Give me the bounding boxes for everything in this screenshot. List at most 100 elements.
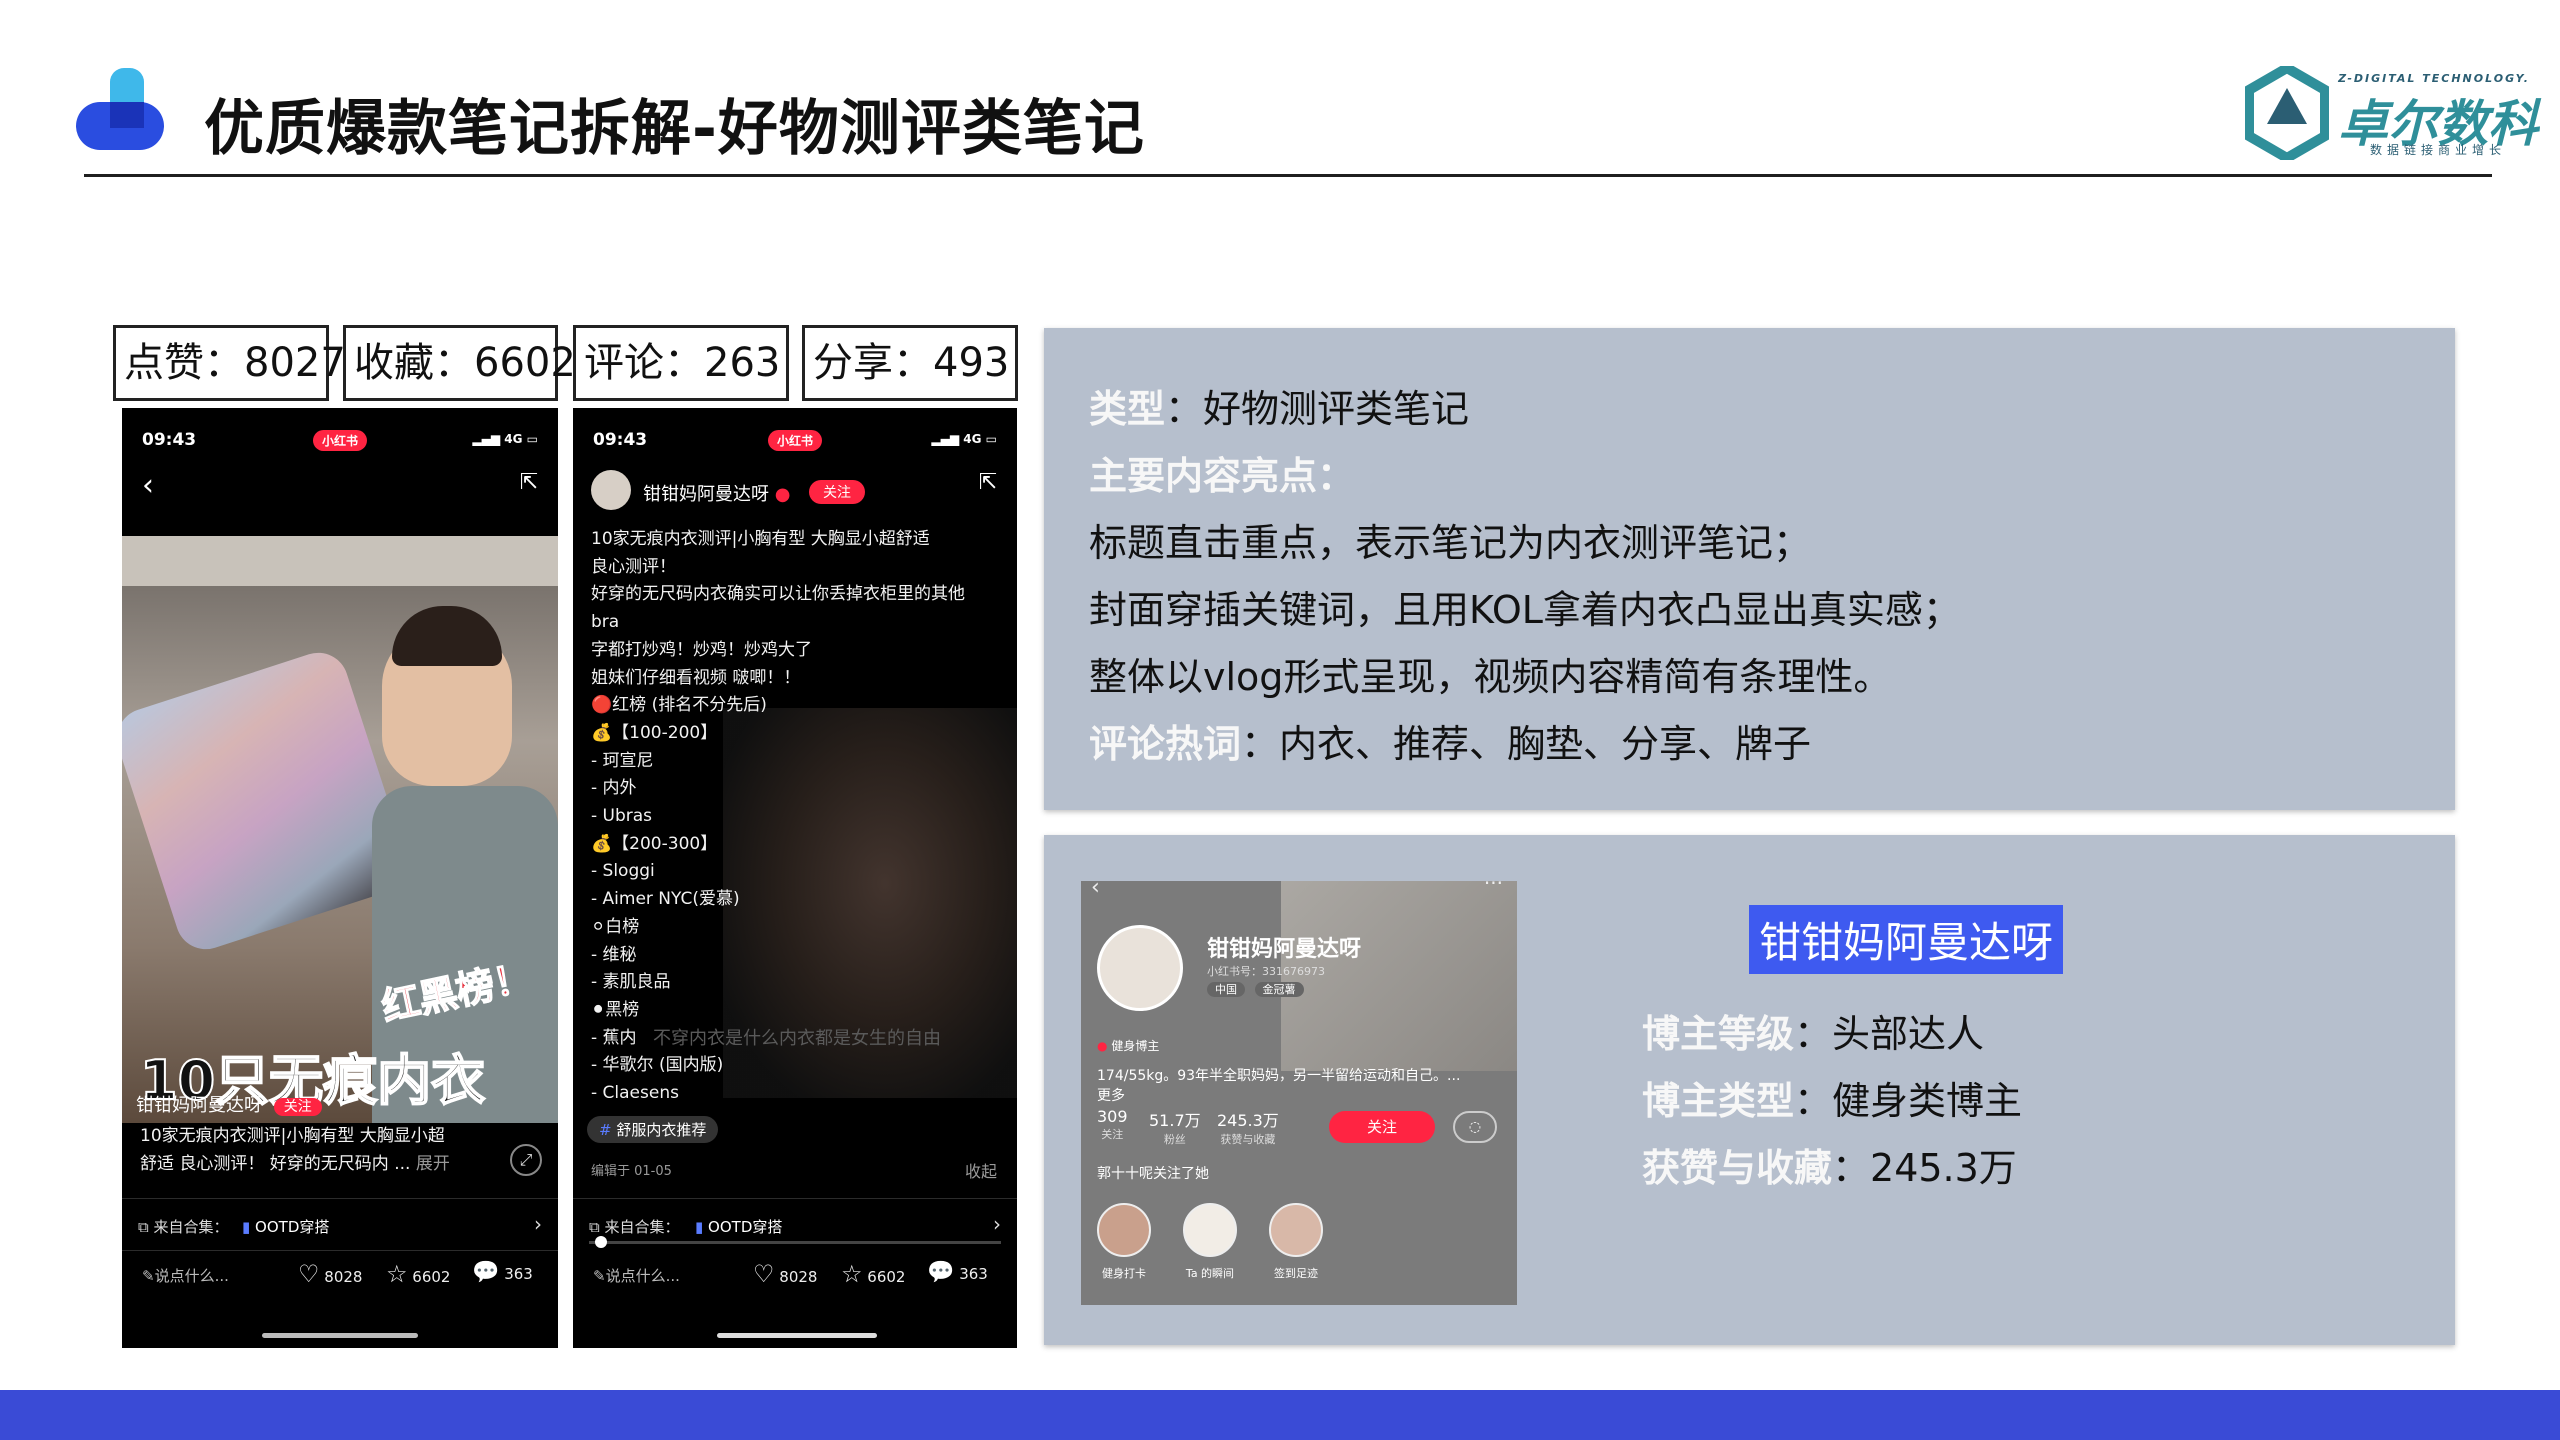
cover-follow-button[interactable]: 关注 [273,1098,322,1116]
back-icon[interactable]: ‹ [142,468,154,503]
divider [573,1198,1017,1199]
status-network: ▂▄▆ 4G ▭ [931,432,997,446]
profile-screenshot: ‹ ··· 钳钳妈阿曼达呀 小红书号：331676973 中国 金冠薯 ● 健身… [1081,881,1517,1305]
message-icon[interactable]: ◌ [1453,1111,1497,1143]
hot-keywords: 评论热词：内衣、推荐、胸垫、分享、牌子 [1089,722,1812,766]
bras-pile-shape [122,645,415,957]
comment-button[interactable]: 💬 363 [472,1260,533,1285]
avatar[interactable] [1097,925,1183,1011]
star-icon: ☆ [386,1260,408,1288]
note-line: - 蕉内 [591,1027,637,1048]
note-line: - Aimer NYC(爱慕) [591,889,740,910]
home-indicator [717,1333,877,1338]
like-button[interactable]: ♡ 8028 [298,1260,362,1288]
comment-icon: 💬 [472,1260,500,1285]
comment-button[interactable]: 💬 363 [927,1260,988,1285]
heart-icon: ♡ [298,1260,320,1288]
expand-link[interactable]: 展开 [416,1154,450,1174]
avatar[interactable] [591,470,631,510]
profile-name: 钳钳妈阿曼达呀 [1207,937,1362,962]
follow-button[interactable]: 关注 [1329,1111,1435,1143]
app-badge: 小红书 [767,430,823,451]
comments-stat: 评论：263 [573,325,789,401]
liked-stat[interactable]: 245.3万 获赞与收藏 [1217,1107,1279,1147]
hashtag-icon: # [599,1121,612,1139]
share-icon[interactable]: ⇱ [979,470,997,495]
highlight-point: 整体以vlog形式呈现，视频内容精简有条理性。 [1089,655,1892,699]
caption-line-1: 10家无痕内衣测评|小胸有型 大胸显小超 [140,1126,445,1146]
note-line: - Sloggi [591,861,655,882]
note-line: 💰【100-200】 [591,722,718,743]
page-title: 优质爆款笔记拆解-好物测评类笔记 [204,94,1145,164]
note-line: ⚪白榜 [591,916,640,937]
note-line: 10家无痕内衣测评|小胸有型 大胸显小超舒适 [591,529,930,549]
comment-input[interactable]: ✎说点什么... [142,1265,229,1286]
note-line: ⚫黑榜 [591,999,640,1020]
progress-track[interactable] [589,1241,1001,1244]
collection-row[interactable]: ⧉ 来自合集： ▮ OOTD穿搭 › [573,1208,1017,1244]
like-button[interactable]: ♡ 8028 [753,1260,817,1288]
blogger-likes: 获赞与收藏：245.3万 [1642,1146,2017,1190]
comment-input[interactable]: ✎说点什么... [593,1265,680,1286]
note-line: 🔴红榜 (排名不分先后) [591,695,767,716]
follow-button[interactable]: 关注 [809,480,865,504]
caption-line-2: 舒适 良心测评！ 好穿的无尺码内 ... 展开 [140,1154,450,1174]
note-line: 好穿的无尺码内衣确实可以让你丢掉衣柜里的其他 [591,584,965,605]
chevron-right-icon: › [534,1212,542,1236]
note-line: - 维秘 [591,944,637,965]
fans-stat[interactable]: 51.7万 粉丝 [1149,1107,1201,1147]
following-stat[interactable]: 309 关注 [1097,1107,1128,1142]
footer-band [0,1390,2560,1440]
note-line: - 素肌良品 [591,972,671,993]
cover-author[interactable]: 钳钳妈阿曼达呀 关注 [136,1091,322,1117]
collection-label: ⧉ 来自合集： [138,1218,229,1236]
favorite-button[interactable]: ☆ 6602 [841,1260,905,1288]
note-line: - Ubras [591,806,653,826]
highlight-avatar[interactable] [1183,1203,1237,1257]
note-line: - 珂宣尼 [591,750,654,771]
profile-tags: 中国 金冠薯 [1207,981,1304,997]
collection-name: ▮ OOTD穿搭 [695,1218,783,1236]
share-icon[interactable]: ⇱ [520,470,538,495]
topic-tag[interactable]: # 舒服内衣推荐 [587,1116,719,1143]
note-line: bra [591,612,620,633]
highlight-avatar[interactable] [1097,1203,1151,1257]
app-badge: 小红书 [312,430,368,451]
followed-by: 郭十十呢关注了她 [1097,1166,1209,1182]
bio-more-link[interactable]: 更多 [1097,1085,1125,1105]
fullscreen-icon[interactable]: ⤢ [510,1144,542,1176]
collection-name: ▮ OOTD穿搭 [242,1218,330,1236]
note-line: - 华歌尔 (国内版) [591,1055,724,1076]
highlight-point: 封面穿插关键词，且用KOL拿着内衣凸显出真实感； [1089,588,1961,632]
status-network: ▂▄▆ 4G ▭ [472,432,538,446]
edited-time: 编辑于 01-05 [591,1164,672,1179]
slide-logo-icon [76,68,164,150]
back-icon[interactable]: ‹ [1091,881,1100,900]
cover-author-name: 钳钳妈阿曼达呀 [136,1095,262,1116]
highlight-avatar[interactable] [1269,1203,1323,1257]
shares-stat: 分享：493 [802,325,1018,401]
note-line: 💰【200-300】 [591,833,718,854]
collection-row[interactable]: ⧉ 来自合集： ▮ OOTD穿搭 › [122,1208,558,1244]
highlights-heading: 主要内容亮点： [1089,454,1356,498]
level-tag: 金冠薯 [1254,982,1304,997]
verified-icon: ● [1097,1039,1108,1053]
author-name[interactable]: 钳钳妈阿曼达呀 ● [643,480,790,506]
chevron-right-icon: › [993,1212,1001,1236]
favorite-button[interactable]: ☆ 6602 [386,1260,450,1288]
blogger-panel: ‹ ··· 钳钳妈阿曼达呀 小红书号：331676973 中国 金冠薯 ● 健身… [1044,835,2455,1345]
title-divider [84,174,2492,177]
note-line: 良心测评！ [591,556,676,577]
brand-mark-icon [2245,66,2329,160]
likes-stat: 点赞：8027 [113,325,346,401]
phone-screenshot-cover: 09:43 小红书 ▂▄▆ 4G ▭ ‹ ⇱ 红黑榜！ 10只无痕内衣 钳钳妈阿… [122,408,558,1348]
more-icon[interactable]: ··· [1484,881,1503,895]
note-type: 类型：好物测评类笔记 [1089,387,1470,431]
blogger-name-highlight: 钳钳妈阿曼达呀 [1749,905,2064,974]
progress-handle[interactable] [595,1236,607,1248]
star-icon: ☆ [841,1260,863,1288]
analysis-panel: 类型：好物测评类笔记 主要内容亮点： 标题直击重点，表示笔记为内衣测评笔记； 封… [1044,328,2455,810]
cover-image[interactable]: 红黑榜！ 10只无痕内衣 钳钳妈阿曼达呀 关注 [122,536,558,1123]
collapse-link[interactable]: 收起 [965,1158,997,1182]
comment-icon: 💬 [927,1260,955,1285]
